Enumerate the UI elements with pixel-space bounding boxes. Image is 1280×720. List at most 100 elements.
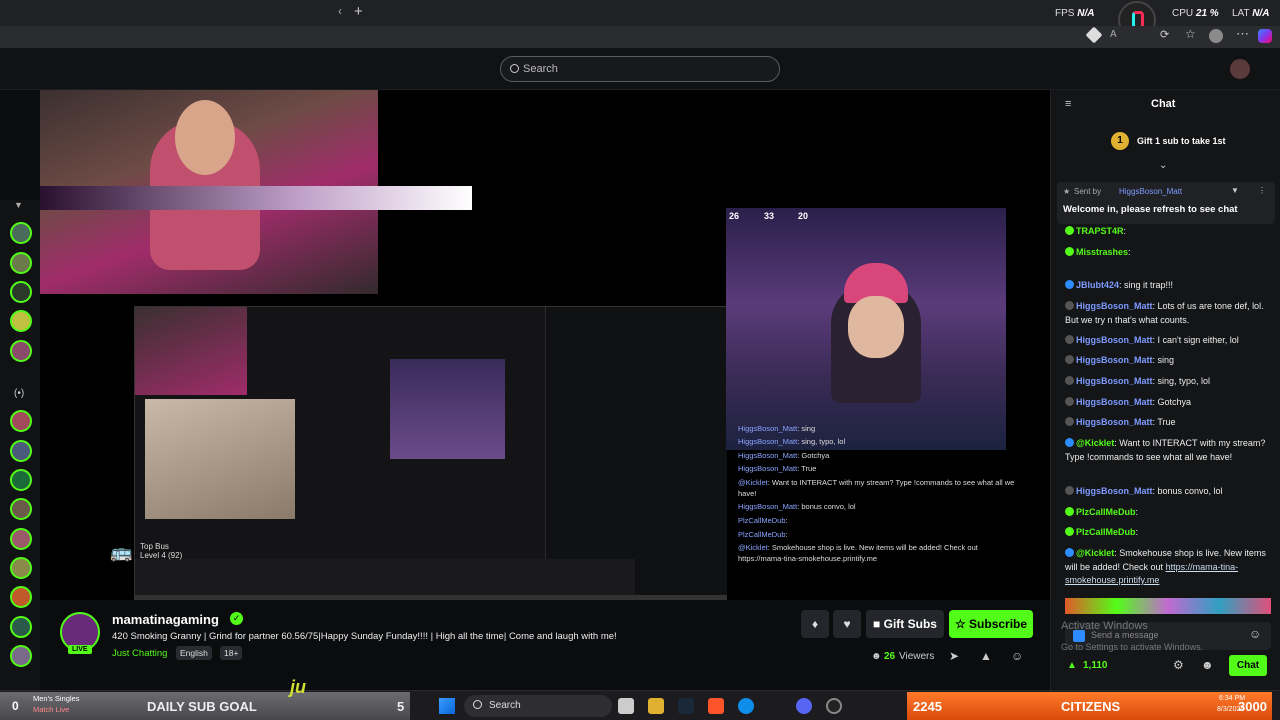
- live-channels-icon: (•): [14, 388, 25, 399]
- recommended-channel-avatar[interactable]: [10, 586, 32, 608]
- send-chat-button[interactable]: Chat: [1229, 655, 1267, 676]
- followed-channel-avatar[interactable]: [10, 310, 32, 332]
- live-badge: LIVE: [68, 645, 92, 654]
- copilot-icon[interactable]: [1258, 29, 1272, 43]
- category-link[interactable]: Just Chatting: [112, 648, 167, 659]
- video-player[interactable]: 26 33 20 HiggsBoson_Matt: sing HiggsBoso…: [40, 90, 1050, 609]
- daily-sub-goal-bar: 0 Men's Singles Match Live DAILY SUB GOA…: [0, 692, 410, 720]
- chat-message: HiggsBoson_Matt: I can't sign either, lo…: [1065, 334, 1270, 348]
- pinned-user[interactable]: HiggsBoson_Matt: [1119, 187, 1182, 196]
- fps-readout: FPS N/A: [1055, 8, 1095, 19]
- followed-channel-avatar[interactable]: [10, 222, 32, 244]
- pin-menu-icon[interactable]: ⋮: [1258, 186, 1266, 195]
- tab-close-icon[interactable]: ‹: [338, 4, 342, 18]
- alert-banner: [40, 186, 472, 210]
- edge-icon[interactable]: [738, 698, 754, 714]
- pinned-sent-by: Sent by: [1074, 187, 1102, 196]
- favorites-icon[interactable]: ☆: [1185, 27, 1196, 41]
- recommended-channel-avatar[interactable]: [10, 410, 32, 432]
- profile-icon[interactable]: [1209, 29, 1223, 43]
- followed-channel-avatar[interactable]: [10, 281, 32, 303]
- expand-pins-icon[interactable]: ⌄: [1159, 160, 1167, 171]
- follow-heart-icon[interactable]: ♥: [833, 610, 861, 638]
- recommended-channel-avatar[interactable]: [10, 645, 32, 667]
- chat-message: @Kicklet: Want to INTERACT with my strea…: [1065, 438, 1266, 462]
- discord-icon[interactable]: [796, 698, 812, 714]
- bus-title: Top Bus: [140, 542, 169, 551]
- recommended-channel-avatar[interactable]: [10, 498, 32, 520]
- search-placeholder: Search: [523, 63, 558, 75]
- task-view-icon[interactable]: [618, 698, 634, 714]
- followed-channel-avatar[interactable]: [10, 340, 32, 362]
- extensions-icon[interactable]: ⟳: [1160, 28, 1169, 41]
- nested-webcam-2: [145, 399, 295, 519]
- chat-emote-icon[interactable]: ☻: [1201, 658, 1214, 672]
- collapse-chat-icon[interactable]: ≡: [1065, 98, 1071, 110]
- emote-picker-icon[interactable]: ☺: [1249, 627, 1261, 641]
- user-avatar[interactable]: [1230, 59, 1250, 79]
- text-size-icon[interactable]: A: [1110, 29, 1117, 40]
- more-menu-icon[interactable]: ⋯: [1236, 26, 1249, 42]
- tag-english[interactable]: English: [176, 646, 212, 660]
- report-icon[interactable]: ▲: [980, 649, 992, 663]
- windows-activation-hint: Go to Settings to activate Windows.: [1061, 642, 1204, 652]
- recommended-channel-avatar[interactable]: [10, 616, 32, 638]
- overlay-chat-line: PlzCallMeDub:: [738, 516, 788, 525]
- match-live: Match Live: [33, 705, 70, 714]
- file-explorer-icon[interactable]: [648, 698, 664, 714]
- subscribe-button[interactable]: ☆ Subscribe: [949, 610, 1033, 638]
- overlay-chat-line: @Kicklet: Smokehouse shop is live. New i…: [738, 543, 978, 552]
- viewer-stat-3: 20: [798, 211, 809, 221]
- taskbar-search-label: Search: [489, 700, 521, 711]
- windows-start-icon[interactable]: [439, 698, 455, 714]
- recommended-channel-avatar[interactable]: [10, 469, 32, 491]
- chat-message: TRAPST4R:: [1065, 225, 1270, 239]
- browser-tab-bar: ‹ + FPS N/A CPU 21 % LAT N/A: [0, 0, 1280, 39]
- daily-sub-goal-label: DAILY SUB GOAL: [147, 699, 257, 714]
- gift-subs-button[interactable]: ■ Gift Subs: [866, 610, 944, 638]
- taskbar-search[interactable]: Search: [464, 695, 612, 717]
- clock-time[interactable]: 6:34 PM: [1219, 695, 1245, 702]
- share-icon[interactable]: ➤: [949, 649, 959, 663]
- citizens-counter-bar: 2245 CITIZENS 3000 6:34 PM 8/3/2025: [907, 692, 1272, 720]
- overlay-chat-line: https://mama-tina-smokehouse.printify.me: [738, 554, 878, 563]
- channel-points[interactable]: 1,110: [1083, 660, 1107, 671]
- bus-icon: 🚌: [110, 542, 133, 562]
- add-friend-icon[interactable]: ☺: [1011, 649, 1023, 663]
- tag-18plus[interactable]: 18+: [220, 646, 243, 660]
- nested-stream-capture: [134, 306, 727, 609]
- gift-rank-badge: 1: [1111, 132, 1129, 150]
- emote-bar[interactable]: [1065, 598, 1271, 614]
- obs-icon[interactable]: [826, 698, 842, 714]
- new-tab-button[interactable]: +: [354, 3, 363, 20]
- steam-icon[interactable]: [678, 698, 694, 714]
- chat-message: HiggsBoson_Matt: Gotchya: [1065, 396, 1270, 410]
- recommended-channel-avatar[interactable]: [10, 557, 32, 579]
- overlay-chat-line: have!: [738, 489, 757, 498]
- pinned-message: ★ Sent by HiggsBoson_Matt ▼ ⋮ Welcome in…: [1057, 182, 1275, 224]
- viewer-count: 26: [884, 651, 896, 662]
- followed-channel-avatar[interactable]: [10, 252, 32, 274]
- chat-settings-icon[interactable]: ⚙: [1173, 658, 1184, 672]
- chat-message: HiggsBoson_Matt: True: [1065, 416, 1270, 430]
- taskbar-search-icon: [473, 700, 482, 709]
- search-icon: [510, 64, 519, 73]
- tag-icon[interactable]: [1085, 26, 1103, 44]
- brave-icon[interactable]: [708, 698, 724, 714]
- chat-message: HiggsBoson_Matt: bonus convo, lol: [1065, 485, 1270, 499]
- unpin-icon[interactable]: ▼: [1231, 186, 1239, 195]
- channel-name[interactable]: mamatinagaming: [112, 612, 219, 627]
- gift-leaderboard-prompt[interactable]: Gift 1 sub to take 1st: [1137, 136, 1226, 146]
- search-input[interactable]: Search: [500, 56, 780, 82]
- lat-readout: LAT N/A: [1232, 8, 1270, 19]
- notifications-bell-icon[interactable]: ♦: [801, 610, 829, 638]
- chat-message: HiggsBoson_Matt: sing, typo, lol: [1065, 375, 1270, 389]
- recommended-channel-avatar[interactable]: [10, 528, 32, 550]
- recommended-channel-avatar[interactable]: [10, 440, 32, 462]
- chat-message: PlzCallMeDub:: [1065, 506, 1270, 520]
- overlay-chat-line: HiggsBoson_Matt: sing: [738, 424, 816, 433]
- overlay-chat-line: HiggsBoson_Matt: True: [738, 464, 817, 473]
- clock-date[interactable]: 8/3/2025: [1217, 706, 1244, 713]
- verified-icon: ✓: [230, 612, 243, 625]
- rail-collapse-icon[interactable]: ▼: [14, 200, 23, 210]
